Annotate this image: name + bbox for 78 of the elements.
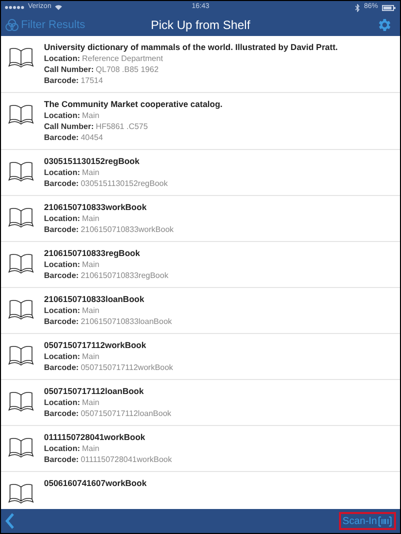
list-item[interactable]: 0507150717112workBook Location: Main Barcode: 0507150717112workBook (1, 334, 400, 380)
item-title: University dictionary of mammals of the world. Illustrated by David Pratt. (44, 42, 338, 53)
list-item[interactable]: 0507150717112loanBook Location: Main Barcode: 0507150717112loanBook (1, 380, 400, 426)
field-label: Location: (44, 53, 80, 64)
field-value: 0507150717112workBook (80, 362, 174, 373)
item-title: 0507150717112loanBook (44, 386, 145, 397)
field-value: HF5861 .C575 (96, 121, 148, 132)
field-value: Main (82, 305, 100, 316)
open-book-icon (8, 298, 34, 320)
field-label: Location: (44, 397, 80, 408)
list-item[interactable]: 2106150710833workBook Location: Main Barcode: 2106150710833workBook (1, 196, 400, 242)
item-title: 2106150710833workBook (44, 202, 148, 213)
item-title: 0507150717112workBook (44, 340, 148, 351)
field-value: Main (82, 110, 100, 121)
settings-icon[interactable] (376, 17, 392, 33)
field-value: 17514 (80, 75, 103, 86)
signal-icon (5, 6, 24, 9)
field-label: Barcode: (44, 132, 79, 143)
field-value: Main (82, 213, 100, 224)
field-label: Location: (44, 443, 80, 454)
open-book-icon (8, 252, 34, 274)
open-book-icon (8, 436, 34, 458)
field-label: Barcode: (44, 178, 79, 189)
open-book-icon (8, 344, 34, 366)
field-value: Main (82, 259, 100, 270)
open-book-icon (8, 103, 34, 125)
back-button[interactable] (5, 513, 15, 529)
barcode-icon (378, 516, 392, 526)
list-item[interactable]: 2106150710833regBook Location: Main Barcode: 2106150710833regBook (1, 242, 400, 288)
field-label: Call Number: (44, 64, 94, 75)
open-book-icon (8, 482, 34, 504)
page-title: Pick Up from Shelf (150, 17, 250, 34)
bluetooth-icon (354, 4, 360, 12)
field-value: QL708 .B85 1962 (96, 64, 159, 75)
field-value: 2106150710833workBook (80, 224, 174, 235)
field-value: 2106150710833loanBook (80, 316, 172, 327)
field-value: 40454 (80, 132, 103, 143)
field-label: Call Number: (44, 121, 94, 132)
list-item[interactable]: University dictionary of mammals of the world. Illustrated by David Pratt. Location: Reference Department Call Number: QL708 .B85 1962 Barcode: 17514 (1, 36, 400, 93)
field-label: Barcode: (44, 270, 79, 281)
field-label: Location: (44, 351, 80, 362)
field-label: Barcode: (44, 454, 79, 465)
field-value: 0507150717112loanBook (80, 408, 172, 419)
item-title: 0111150728041workBook (44, 432, 146, 443)
field-value: Main (82, 443, 100, 454)
filter-circles-icon (5, 18, 19, 32)
field-value: Main (82, 167, 100, 178)
open-book-icon (8, 46, 34, 68)
list-item[interactable]: 2106150710833loanBook Location: Main Barcode: 2106150710833loanBook (1, 288, 400, 334)
field-label: Barcode: (44, 408, 79, 419)
field-label: Location: (44, 167, 80, 178)
field-label: Barcode: (44, 316, 79, 327)
open-book-icon (8, 390, 34, 412)
field-label: Location: (44, 110, 80, 121)
list-item[interactable]: The Community Market cooperative catalog. Location: Main Call Number: HF5861 .C575 Barcode: 40454 (1, 93, 400, 150)
field-label: Location: (44, 305, 80, 316)
field-label: Barcode: (44, 362, 79, 373)
item-title: The Community Market cooperative catalog. (44, 99, 223, 110)
item-title: 0506160741607workBook (44, 478, 147, 489)
list-item[interactable]: 0111150728041workBook Location: Main Barcode: 0111150728041workBook (1, 426, 400, 472)
field-value: 2106150710833regBook (80, 270, 168, 281)
field-value: Reference Department (82, 53, 163, 64)
battery-icon (382, 4, 396, 10)
field-label: Barcode: (44, 224, 79, 235)
field-label: Location: (44, 213, 80, 224)
field-value: 0111150728041workBook (80, 454, 172, 465)
item-title: 0305151130152regBook (44, 156, 140, 167)
field-label: Location: (44, 259, 80, 270)
open-book-icon (8, 160, 34, 182)
item-title: 2106150710833loanBook (44, 294, 146, 305)
item-title: 2106150710833regBook (44, 248, 141, 259)
wifi-icon (55, 5, 62, 10)
list-item[interactable]: 0305151130152regBook Location: Main Barcode: 0305151130152regBook (1, 150, 400, 196)
field-label: Barcode: (44, 75, 79, 86)
field-value: Main (82, 397, 100, 408)
field-value: Main (82, 351, 100, 362)
field-value: 0305151130152regBook (80, 178, 168, 189)
open-book-icon (8, 206, 34, 228)
